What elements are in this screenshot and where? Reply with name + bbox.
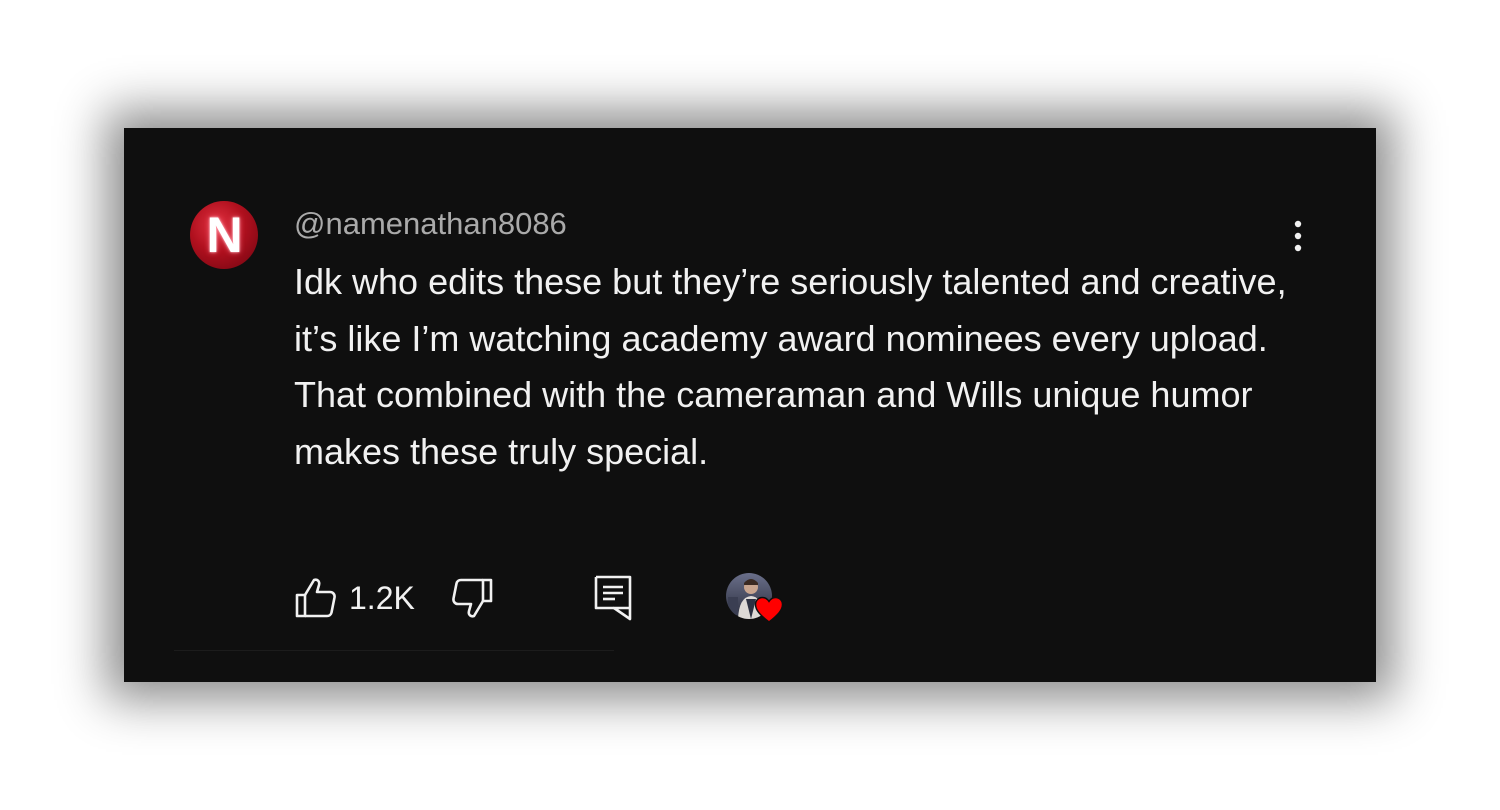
reply-comment-icon [594,575,632,621]
commenter-avatar[interactable]: N [190,201,258,269]
thumbs-up-icon [295,578,336,618]
commenter-handle[interactable]: @namenathan8086 [294,204,567,244]
dislike-button[interactable] [450,576,494,620]
comment-text: Idk who edits these but they’re seriousl… [294,261,1287,472]
comment-card: N @namenathan8086 Idk who edits these bu… [124,128,1376,682]
creator-heart[interactable] [726,573,788,629]
like-count: 1.2K [349,580,415,616]
divider [174,650,614,651]
more-vertical-icon [1294,220,1302,252]
heart-icon [754,596,784,623]
like-button[interactable] [294,576,338,620]
comment-actions: 1.2K [294,570,834,626]
avatar-letter: N [206,207,242,263]
reply-button[interactable] [592,573,636,621]
thumbs-down-icon [452,578,493,618]
more-options-button[interactable] [1284,214,1312,258]
